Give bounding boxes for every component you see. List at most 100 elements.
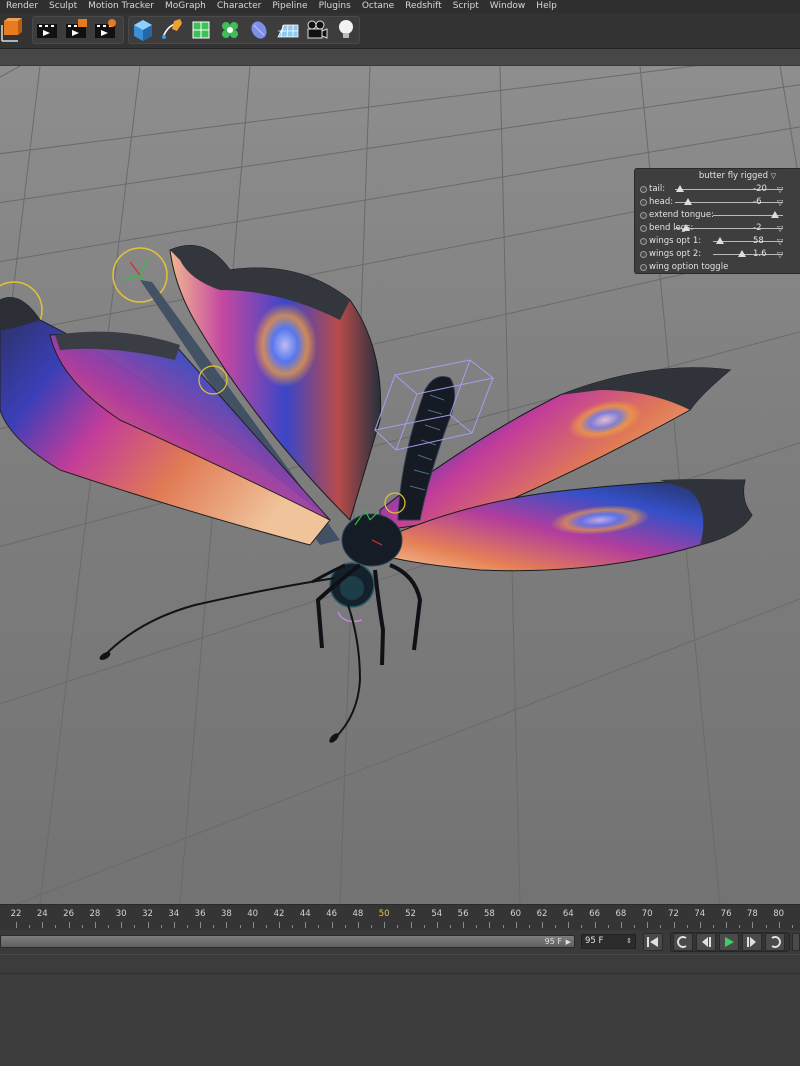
param-slider-thumb[interactable] — [676, 185, 685, 192]
timeline-tick — [410, 922, 412, 928]
go-to-start-button[interactable] — [643, 933, 663, 951]
timeline-minor-tick — [765, 925, 767, 928]
cloner-icon[interactable] — [218, 17, 242, 43]
camera-icon[interactable] — [305, 17, 329, 43]
deformer-icon[interactable] — [247, 17, 271, 43]
timeline-tick-label: 76 — [720, 909, 732, 919]
menu-item-redshift[interactable]: Redshift — [405, 0, 442, 13]
timeline-tick — [200, 922, 202, 928]
menu-item-help[interactable]: Help — [536, 0, 557, 13]
previous-key-button[interactable] — [673, 933, 693, 951]
subdivision-icon[interactable] — [189, 17, 213, 43]
play-button[interactable] — [719, 933, 739, 951]
menu-item-pipeline[interactable]: Pipeline — [272, 0, 307, 13]
cube-icon[interactable] — [131, 17, 155, 43]
timeline-tick-label: 44 — [299, 909, 311, 919]
animate-dot-icon[interactable] — [640, 212, 647, 219]
timeline-tick — [620, 922, 622, 928]
render-picture-viewer-icon[interactable] — [64, 17, 88, 43]
current-frame-field[interactable]: 95 F ⇕ — [581, 934, 636, 949]
param-value[interactable]: -20 — [753, 183, 767, 196]
coordinate-system-icon[interactable] — [0, 17, 24, 43]
menu-item-script[interactable]: Script — [453, 0, 479, 13]
user-data-row: wings opt 2: 1.6 ▽ — [635, 248, 800, 261]
timeline-tick — [752, 922, 754, 928]
dropdown-arrow-icon[interactable]: ▽ — [777, 183, 783, 196]
animate-dot-icon[interactable] — [640, 238, 647, 245]
dropdown-arrow-icon[interactable]: ▽ — [777, 222, 783, 235]
menu-item-character[interactable]: Character — [217, 0, 261, 13]
animate-dot-icon[interactable] — [640, 225, 647, 232]
menu-item-sculpt[interactable]: Sculpt — [49, 0, 77, 13]
menu-item-plugins[interactable]: Plugins — [319, 0, 351, 13]
param-label: tail: — [649, 184, 666, 194]
timeline-ruler[interactable]: 22 24 26 28 30 32 34 36 38 40 42 44 46 48 50 52 54 56 58 60… — [0, 904, 800, 930]
param-value[interactable]: 1.6 — [753, 248, 767, 261]
param-slider-thumb[interactable] — [683, 198, 692, 205]
timeline-minor-tick — [739, 925, 741, 928]
menu-item-mograph[interactable]: MoGraph — [165, 0, 206, 13]
timeline-minor-tick — [239, 925, 241, 928]
dropdown-arrow-icon[interactable]: ▽ — [777, 235, 783, 248]
param-value[interactable]: -2 — [753, 222, 761, 235]
next-frame-button[interactable] — [742, 933, 762, 951]
timeline-tick — [594, 922, 596, 928]
transport-bar: 95 F ▶ 95 F ⇕ — [0, 930, 800, 954]
param-slider-thumb[interactable] — [770, 211, 779, 218]
go-to-end-button[interactable] — [792, 933, 800, 951]
animate-dot-icon[interactable] — [640, 251, 647, 258]
spinner-icon[interactable]: ⇕ — [626, 935, 632, 948]
timeline-minor-tick — [423, 925, 425, 928]
timeline-tick-label: 32 — [142, 909, 153, 919]
next-key-button[interactable] — [765, 933, 785, 951]
timeline-tick — [94, 922, 96, 928]
light-icon[interactable] — [334, 17, 358, 43]
param-value[interactable]: 58 — [753, 235, 764, 248]
timeline-tick-label: 28 — [89, 909, 101, 919]
menu-item-window[interactable]: Window — [490, 0, 526, 13]
menu-bar: Render Sculpt Motion Tracker MoGraph Charact… — [0, 0, 800, 13]
dropdown-arrow-icon[interactable]: ▽ — [777, 248, 783, 261]
frame-range-slider[interactable]: 95 F ▶ — [0, 935, 575, 948]
animate-dot-icon[interactable] — [640, 199, 647, 206]
floor-icon[interactable] — [276, 17, 300, 43]
timeline-tick — [463, 922, 465, 928]
param-slider-track[interactable] — [675, 228, 783, 229]
animate-dot-icon[interactable] — [640, 186, 647, 193]
menu-item-motion-tracker[interactable]: Motion Tracker — [88, 0, 154, 13]
render-settings-icon[interactable] — [93, 17, 117, 43]
animate-dot-icon[interactable] — [640, 264, 647, 271]
timeline-tick-label: 66 — [589, 909, 601, 919]
panel-title[interactable]: butter fly rigged ▽ — [635, 169, 800, 183]
timeline-minor-tick — [292, 925, 294, 928]
timeline-tick-label: 72 — [668, 909, 679, 919]
timeline-tick-label: 38 — [220, 909, 232, 919]
3d-viewport[interactable]: butter fly rigged ▽ tail: -20 ▽ head: -6 ▽ ext… — [0, 66, 800, 904]
menu-item-render[interactable]: Render — [6, 0, 38, 13]
timeline-tick-label: 58 — [483, 909, 495, 919]
timeline-tick-label: 48 — [352, 909, 364, 919]
timeline-tick — [16, 922, 17, 928]
param-value[interactable]: -6 — [753, 196, 761, 209]
timeline-tick — [68, 922, 70, 928]
param-slider-thumb[interactable] — [716, 237, 724, 244]
menu-item-octane[interactable]: Octane — [362, 0, 394, 13]
timeline-tick — [436, 922, 438, 928]
user-data-row: tail: -20 ▽ — [635, 183, 800, 196]
timeline-tick-label: 26 — [63, 909, 75, 919]
previous-frame-button[interactable] — [696, 933, 716, 951]
go-to-start-icon — [647, 937, 658, 947]
range-end-arrow-icon[interactable]: ▶ — [566, 936, 571, 948]
render-view-icon[interactable] — [35, 17, 59, 43]
timeline-tick-label: 22 — [10, 909, 22, 919]
param-slider-thumb[interactable] — [681, 224, 690, 231]
timeline-minor-tick — [502, 925, 504, 928]
param-slider-thumb[interactable] — [738, 250, 747, 257]
dropdown-arrow-icon[interactable]: ▽ — [777, 196, 783, 209]
timeline-minor-tick — [81, 925, 83, 928]
timeline-tick-label: 54 — [431, 909, 443, 919]
timeline-tick — [331, 922, 333, 928]
param-slider-track[interactable] — [713, 254, 783, 255]
timeline-minor-tick — [344, 925, 346, 928]
pen-spline-icon[interactable] — [160, 17, 184, 43]
